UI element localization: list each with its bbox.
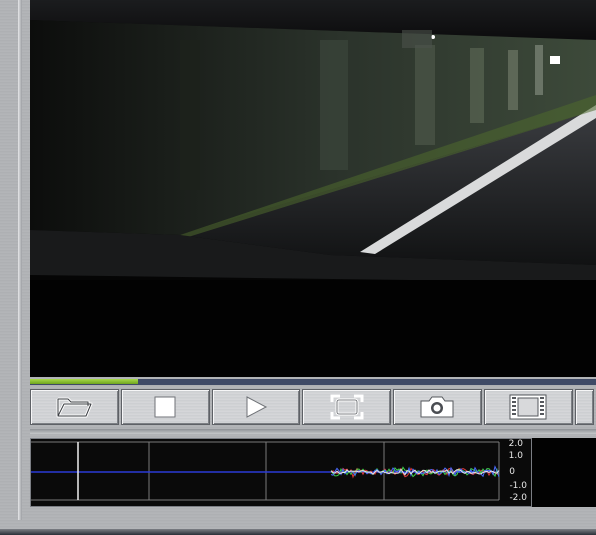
- y-tick-label: -1.0: [509, 481, 527, 491]
- y-tick-label: 2.0: [508, 439, 523, 449]
- y-tick-label: 1.0: [508, 451, 523, 461]
- graph-side-panel: [532, 438, 596, 507]
- frame-bottom-edge: [0, 529, 596, 535]
- playback-toolbar: [30, 389, 596, 427]
- fullscreen-icon: [330, 394, 364, 420]
- playback-progress-fill: [30, 379, 138, 384]
- play-button[interactable]: [211, 389, 301, 425]
- g-sensor-graph[interactable]: 2.0 1.0 0 -1.0 -2.0: [30, 438, 532, 507]
- play-icon: [246, 396, 267, 418]
- film-strip-icon: [509, 394, 547, 420]
- camera-icon: [420, 396, 454, 418]
- video-display[interactable]: [30, 0, 596, 377]
- graph-separator: [30, 429, 596, 434]
- open-folder-button[interactable]: [30, 389, 119, 425]
- playback-progress-bar[interactable]: [30, 379, 596, 385]
- g-sensor-plot: [31, 441, 500, 501]
- y-tick-label: -2.0: [509, 493, 527, 503]
- y-tick-label: 0: [509, 467, 515, 477]
- fullscreen-button[interactable]: [302, 389, 391, 425]
- video-frame: [30, 0, 596, 377]
- stop-icon: [154, 396, 176, 418]
- toolbar-overflow-button[interactable]: [574, 389, 595, 425]
- record-film-button[interactable]: [483, 389, 573, 425]
- frame-bevel: [18, 0, 22, 520]
- stop-button[interactable]: [120, 389, 210, 425]
- folder-open-icon: [56, 397, 93, 418]
- snapshot-button[interactable]: [393, 389, 482, 425]
